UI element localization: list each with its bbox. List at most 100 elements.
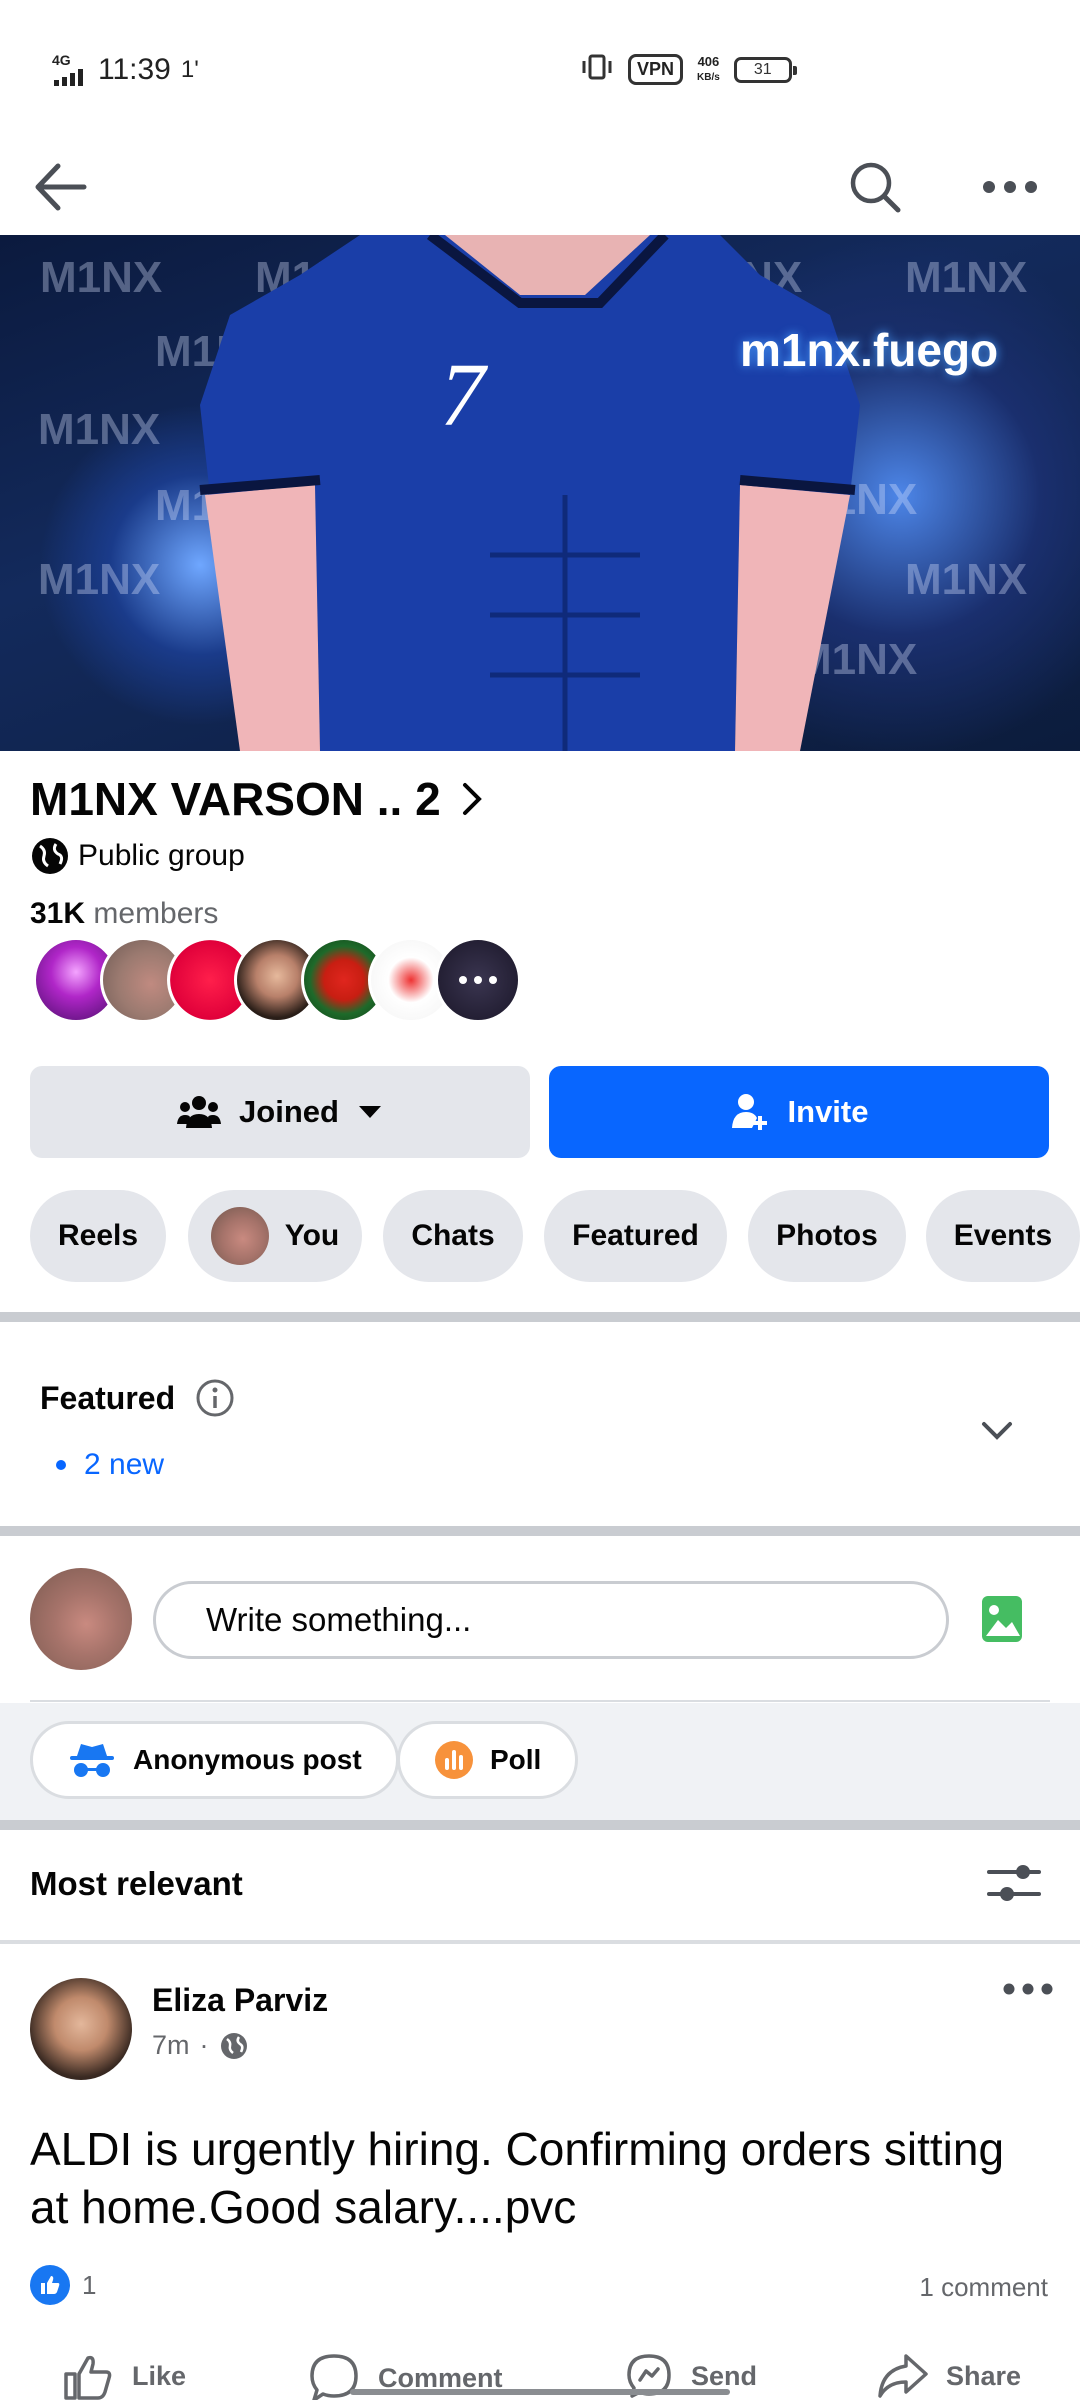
joined-button[interactable]: Joined bbox=[30, 1066, 530, 1158]
globe-icon bbox=[220, 2032, 247, 2059]
share-button[interactable]: Share bbox=[876, 2352, 1021, 2400]
globe-icon bbox=[32, 838, 68, 874]
incognito-icon bbox=[70, 1744, 114, 1777]
sort-filter-button[interactable] bbox=[985, 1858, 1043, 1913]
post-author-name[interactable]: Eliza Parviz bbox=[152, 1982, 328, 2019]
chevron-down-icon bbox=[982, 1422, 1012, 1440]
poll-label: Poll bbox=[490, 1744, 542, 1775]
filter-sliders-icon bbox=[987, 1865, 1041, 1901]
section-divider bbox=[0, 1940, 1080, 1944]
chevron-right-icon bbox=[462, 783, 482, 815]
tab-chats[interactable]: Chats bbox=[383, 1190, 523, 1282]
home-indicator[interactable] bbox=[350, 2389, 730, 2395]
tab-label: Reels bbox=[57, 1219, 139, 1252]
more-horizontal-icon bbox=[459, 976, 497, 984]
share-label: Share bbox=[946, 2360, 1022, 2391]
tab-photos[interactable]: Photos bbox=[748, 1190, 906, 1282]
cover-illustration: 7 bbox=[199, 235, 860, 751]
jersey-number: 7 bbox=[440, 346, 489, 445]
post-time[interactable]: 7m bbox=[152, 2030, 190, 2061]
invite-button[interactable]: Invite bbox=[549, 1066, 1049, 1158]
meta-separator: · bbox=[199, 2030, 209, 2060]
search-icon bbox=[850, 162, 901, 213]
tab-label: Photos bbox=[776, 1219, 878, 1252]
battery-icon: 31 bbox=[733, 56, 797, 83]
tab-label: Chats bbox=[411, 1219, 495, 1252]
new-dot-icon bbox=[56, 1460, 66, 1470]
group-privacy: Public group bbox=[30, 836, 245, 876]
tab-label: Events bbox=[953, 1219, 1053, 1252]
vibrate-icon bbox=[580, 54, 614, 85]
speed-unit: KB/s bbox=[697, 71, 720, 83]
group-cover-photo[interactable]: M1NX M1NX M1NX M1NX M1NX M1NX M1NX M1NX … bbox=[0, 235, 1080, 751]
more-horizontal-icon bbox=[983, 181, 1037, 193]
write-something-input[interactable]: Write something... bbox=[153, 1581, 949, 1659]
section-divider bbox=[0, 1526, 1080, 1536]
featured-new-label: 2 new bbox=[84, 1448, 165, 1481]
network-speed: 406 KB/s bbox=[697, 53, 720, 85]
tab-label: Featured bbox=[572, 1219, 699, 1252]
like-count: 1 bbox=[82, 2269, 97, 2300]
group-name-text: M1NX VARSON .. 2 bbox=[30, 773, 441, 825]
post-text: ALDI is urgently hiring. Confirming orde… bbox=[30, 2123, 1005, 2233]
caret-down-icon bbox=[358, 1106, 381, 1118]
section-divider bbox=[0, 1312, 1080, 1322]
status-time: 11:39 bbox=[98, 53, 171, 86]
add-person-icon bbox=[731, 1094, 767, 1130]
tab-label: You bbox=[284, 1219, 340, 1252]
sort-label: Most relevant bbox=[30, 1865, 243, 1902]
vpn-badge: VPN bbox=[628, 54, 684, 85]
tab-featured[interactable]: Featured bbox=[544, 1190, 727, 1282]
member-count-value: 31K bbox=[30, 897, 86, 930]
search-button[interactable] bbox=[840, 152, 910, 222]
like-button[interactable]: Like bbox=[62, 2352, 186, 2400]
featured-new-indicator[interactable]: 2 new bbox=[56, 1448, 164, 1482]
post-author-avatar[interactable] bbox=[30, 1978, 132, 2080]
featured-title: Featured bbox=[40, 1379, 176, 1416]
network-type: 4G bbox=[52, 52, 71, 68]
photo-icon bbox=[982, 1596, 1022, 1642]
top-nav bbox=[0, 140, 1080, 235]
avatar bbox=[210, 1207, 269, 1265]
more-horizontal-icon bbox=[1003, 1983, 1053, 1995]
reaction-summary[interactable]: 1 bbox=[30, 2265, 96, 2305]
tab-reels[interactable]: Reels bbox=[30, 1190, 166, 1282]
post-options: Anonymous post Poll bbox=[0, 1703, 1080, 1820]
tab-events[interactable]: Events bbox=[926, 1190, 1080, 1282]
member-count-label: members bbox=[93, 897, 219, 930]
post-meta: 7m · bbox=[152, 2030, 249, 2061]
thumbs-up-icon bbox=[64, 2355, 112, 2400]
featured-header[interactable]: Featured bbox=[40, 1378, 235, 1418]
member-count[interactable]: 31K members bbox=[30, 897, 218, 931]
anonymous-post-label: Anonymous post bbox=[133, 1744, 362, 1775]
post-more-button[interactable] bbox=[1003, 1982, 1053, 2001]
avatar[interactable] bbox=[30, 1568, 132, 1670]
thumbs-up-icon bbox=[41, 2276, 60, 2294]
group-name[interactable]: M1NX VARSON .. 2 bbox=[30, 772, 483, 826]
tab-you[interactable]: You bbox=[188, 1190, 362, 1282]
featured-expand-button[interactable] bbox=[980, 1420, 1014, 1447]
speed-value: 406 bbox=[697, 53, 720, 69]
anonymous-post-button[interactable]: Anonymous post bbox=[30, 1721, 399, 1799]
composer-placeholder: Write something... bbox=[206, 1601, 472, 1638]
group-tabs: Reels You Chats Featured Photos Events bbox=[30, 1190, 1080, 1282]
photo-button[interactable] bbox=[980, 1594, 1024, 1649]
notification-indicator: 1' bbox=[180, 56, 199, 83]
send-label: Send bbox=[691, 2360, 758, 2391]
info-icon[interactable] bbox=[195, 1378, 235, 1418]
back-button[interactable] bbox=[25, 152, 95, 222]
more-button[interactable] bbox=[975, 152, 1045, 222]
signal-icon: 4G bbox=[52, 52, 88, 88]
like-reaction-icon bbox=[30, 2265, 70, 2305]
poll-button[interactable]: Poll bbox=[397, 1721, 579, 1799]
share-icon bbox=[878, 2354, 928, 2398]
invite-label: Invite bbox=[787, 1094, 869, 1129]
more-members-avatar[interactable] bbox=[435, 937, 521, 1023]
divider bbox=[30, 1700, 1050, 1702]
cover-handle: m1nx.fuego bbox=[740, 324, 999, 376]
arrow-left-icon bbox=[35, 163, 87, 211]
joined-label: Joined bbox=[239, 1094, 339, 1129]
status-bar: 4G 11:39 1' VPN 406 KB/s 31 bbox=[0, 0, 1080, 140]
comment-count[interactable]: 1 comment bbox=[919, 2272, 1048, 2303]
section-divider bbox=[0, 1820, 1080, 1830]
